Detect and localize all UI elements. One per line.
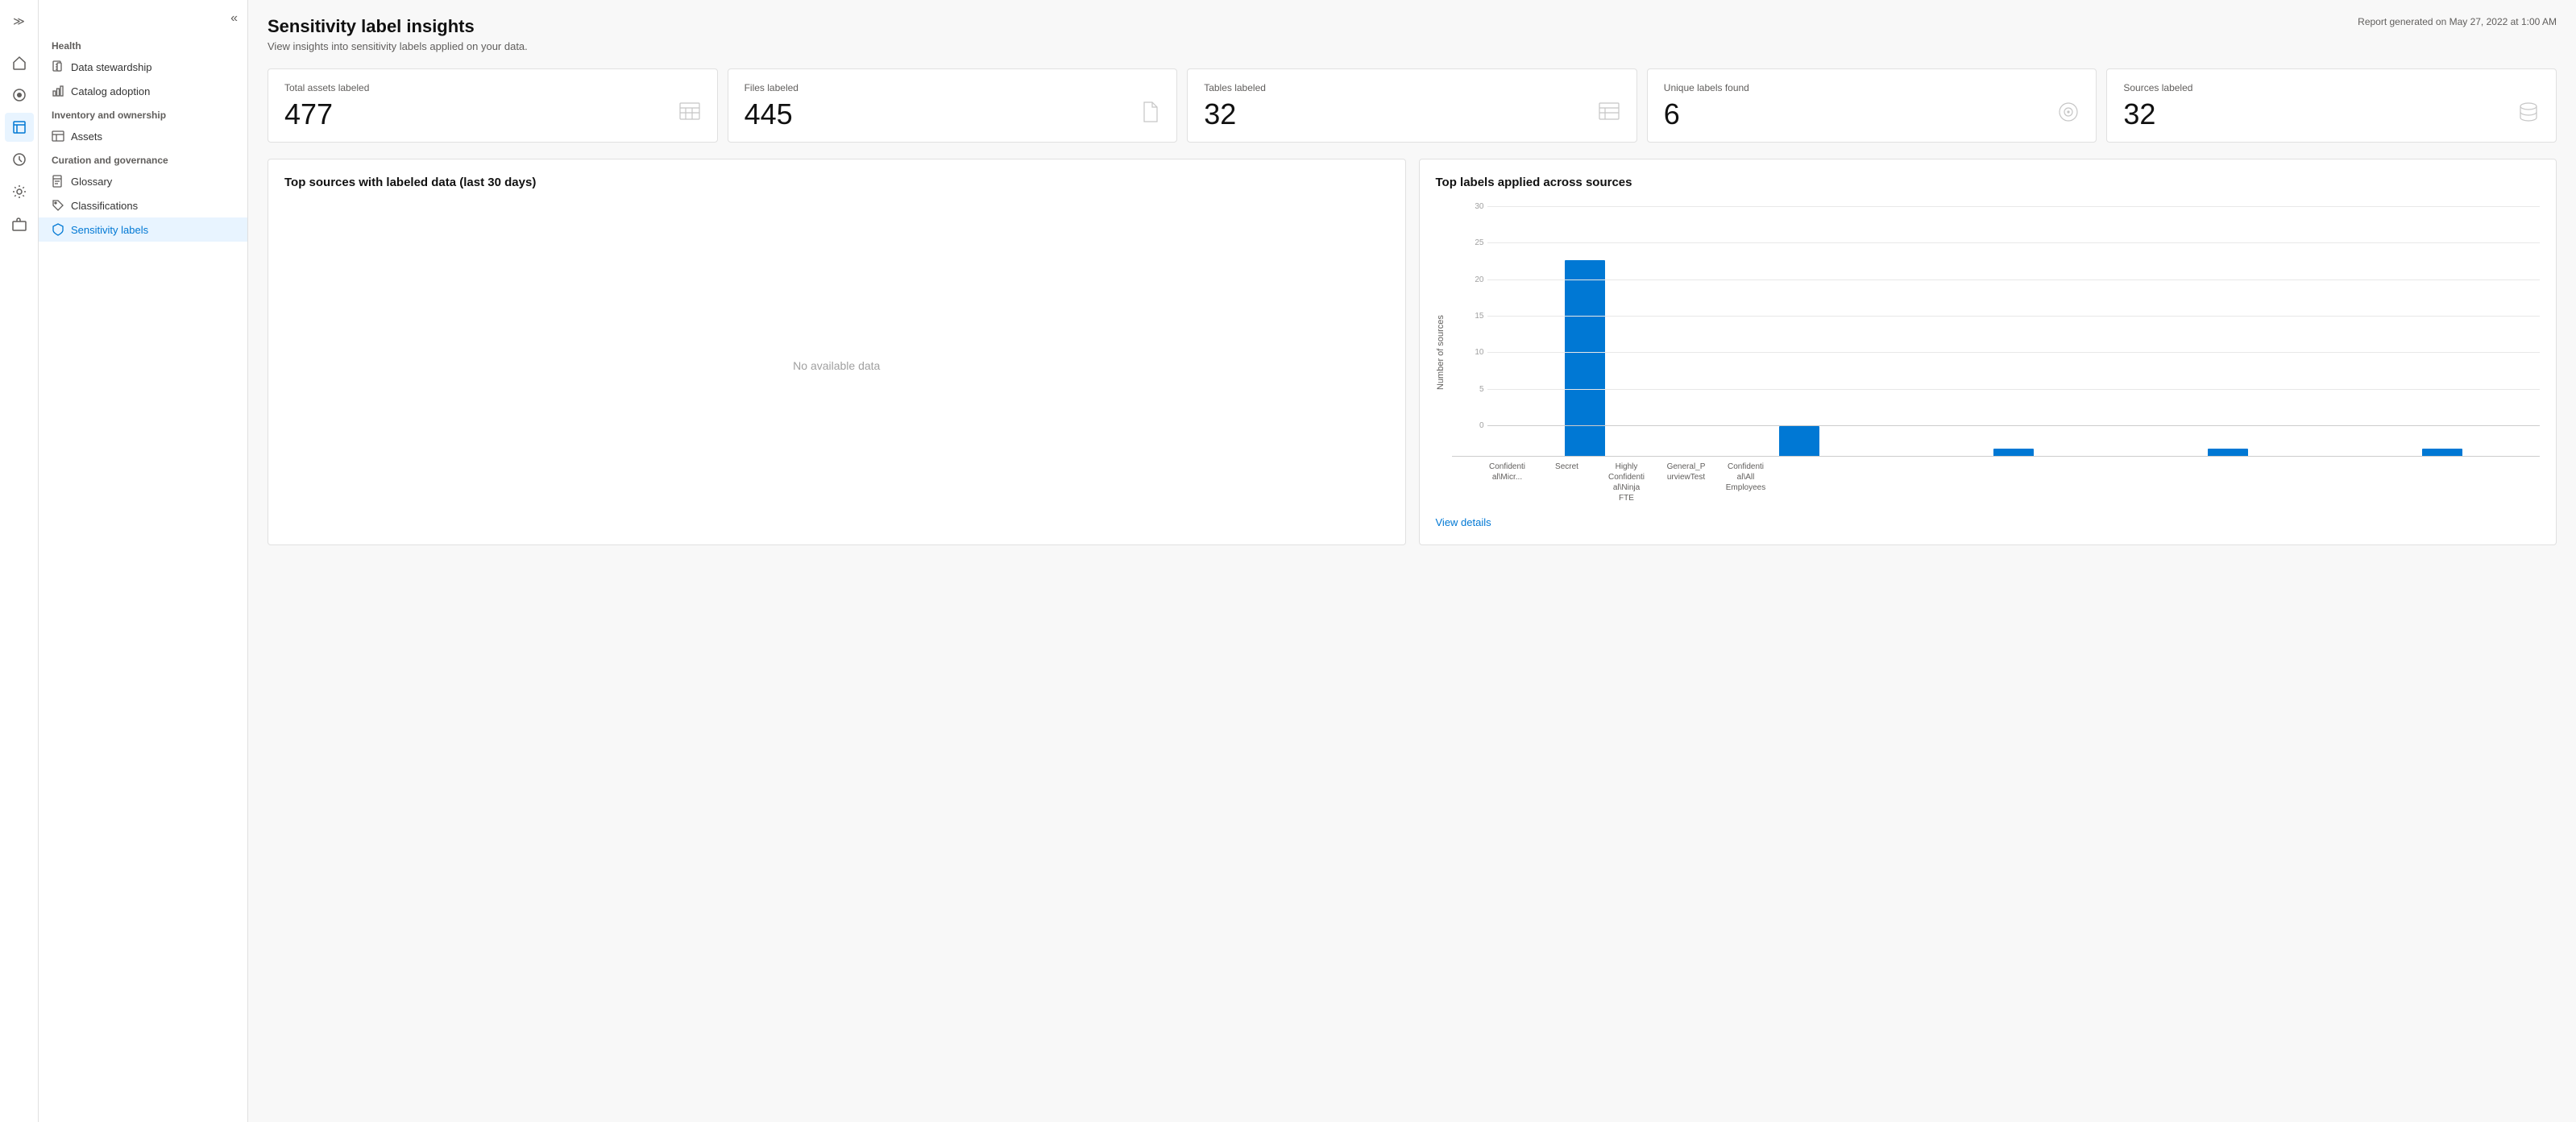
catalog-adoption-label: Catalog adoption [71, 85, 150, 97]
grid-line-30: 30 [1471, 202, 2541, 211]
x-label-confidential-micr: Confidential\Micr... [1487, 462, 1528, 503]
bars-container [1452, 230, 2541, 456]
management-nav-icon[interactable] [5, 177, 34, 206]
stat-card-sources-labeled: Sources labeled 32 [2106, 68, 2557, 143]
total-assets-value: 477 [284, 100, 369, 129]
bar-general-purview [2208, 449, 2248, 456]
data-stewardship-label: Data stewardship [71, 61, 151, 73]
classifications-label: Classifications [71, 200, 138, 212]
stat-card-unique-labels: Unique labels found 6 [1647, 68, 2097, 143]
bar-group-secret [1702, 426, 1897, 456]
stat-card-tables-labeled: Tables labeled 32 [1187, 68, 1637, 143]
tag-icon [52, 199, 64, 212]
sidebar-collapse-button[interactable]: « [39, 6, 247, 34]
sidebar: « Health Data stewardship Catalog adopti… [39, 0, 248, 1122]
sidebar-item-sensitivity-labels[interactable]: Sensitivity labels [39, 217, 247, 242]
bar-chart-container: Number of sources 30 25 [1436, 202, 2541, 528]
bar-confidential-all [2422, 449, 2462, 456]
report-generated-text: Report generated on May 27, 2022 at 1:00… [2358, 16, 2557, 27]
tables-labeled-icon [1598, 101, 1620, 129]
glossary-label: Glossary [71, 176, 112, 188]
top-labels-chart-title: Top labels applied across sources [1436, 176, 2541, 189]
x-label-highly-confidential: Highly Confidential\Ninja FTE [1607, 462, 1647, 503]
total-assets-icon [678, 101, 701, 129]
book-icon [52, 175, 64, 188]
no-data-message: No available data [284, 202, 1389, 528]
y-axis-label: Number of sources [1436, 202, 1446, 503]
bar-group-general-purview [2130, 449, 2325, 456]
bar-chart-area: 30 25 20 [1452, 202, 2541, 503]
top-sources-chart-card: Top sources with labeled data (last 30 d… [268, 159, 1406, 545]
insights-nav-icon[interactable] [5, 145, 34, 174]
sidebar-section-health: Health [39, 34, 247, 55]
collapse-icon[interactable]: « [227, 10, 241, 27]
bar-group-highly-confidential [1916, 449, 2111, 456]
stat-card-total-assets: Total assets labeled 477 [268, 68, 718, 143]
bar-group-confidential-all [2345, 449, 2540, 456]
chart-icon [52, 85, 64, 97]
page-title: Sensitivity label insights [268, 16, 528, 37]
stat-card-files-labeled: Files labeled 445 [728, 68, 1178, 143]
sensitivity-labels-label: Sensitivity labels [71, 224, 148, 236]
sidebar-item-assets[interactable]: Assets [39, 124, 247, 148]
stats-row: Total assets labeled 477 Files labeled 4… [268, 68, 2557, 143]
sidebar-item-catalog-adoption[interactable]: Catalog adoption [39, 79, 247, 103]
bar-confidential-micr [1565, 260, 1605, 456]
page-header-left: Sensitivity label insights View insights… [268, 16, 528, 52]
x-axis-labels: Confidential\Micr... Secret Highly Confi… [1452, 456, 2541, 503]
unique-labels-icon [2057, 101, 2080, 129]
tables-labeled-label: Tables labeled [1204, 82, 1266, 93]
tables-labeled-value: 32 [1204, 100, 1266, 129]
x-label-secret: Secret [1547, 462, 1587, 503]
x-label-general-purview: General_PurviewTest [1666, 462, 1707, 503]
total-assets-label: Total assets labeled [284, 82, 369, 93]
collapse-nav-icon[interactable]: ≫ [5, 6, 34, 35]
document-icon [52, 60, 64, 73]
files-labeled-label: Files labeled [745, 82, 799, 93]
sources-labeled-icon [2517, 101, 2540, 129]
shield-icon [52, 223, 64, 236]
bar-highly-confidential [1993, 449, 2034, 456]
data-map-nav-icon[interactable] [5, 81, 34, 110]
x-label-confidential-all: Confidential\All Employees [1726, 462, 1766, 503]
unique-labels-label: Unique labels found [1664, 82, 1749, 93]
bar-chart-inner: Number of sources 30 25 [1436, 202, 2541, 503]
sources-labeled-value: 32 [2123, 100, 2192, 129]
briefcase-nav-icon[interactable] [5, 209, 34, 238]
unique-labels-value: 6 [1664, 100, 1749, 129]
catalog-nav-icon[interactable] [5, 113, 34, 142]
sidebar-item-data-stewardship[interactable]: Data stewardship [39, 55, 247, 79]
view-details-link[interactable]: View details [1436, 516, 2541, 528]
top-labels-chart-card: Top labels applied across sources Number… [1419, 159, 2557, 545]
files-labeled-icon [1141, 101, 1160, 129]
page-header: Sensitivity label insights View insights… [268, 16, 2557, 52]
bar-secret [1779, 426, 1819, 456]
files-labeled-value: 445 [745, 100, 799, 129]
nav-icon-rail: ≫ [0, 0, 39, 1122]
bar-group-confidential-micr [1487, 260, 1682, 456]
assets-label: Assets [71, 130, 102, 143]
sources-labeled-label: Sources labeled [2123, 82, 2192, 93]
sidebar-section-inventory: Inventory and ownership [39, 103, 247, 124]
main-content: Sensitivity label insights View insights… [248, 0, 2576, 1122]
page-subtitle: View insights into sensitivity labels ap… [268, 40, 528, 52]
charts-row: Top sources with labeled data (last 30 d… [268, 159, 2557, 545]
sidebar-item-glossary[interactable]: Glossary [39, 169, 247, 193]
table-icon [52, 130, 64, 143]
top-sources-chart-title: Top sources with labeled data (last 30 d… [284, 176, 1389, 189]
sidebar-item-classifications[interactable]: Classifications [39, 193, 247, 217]
home-nav-icon[interactable] [5, 48, 34, 77]
sidebar-section-curation: Curation and governance [39, 148, 247, 169]
